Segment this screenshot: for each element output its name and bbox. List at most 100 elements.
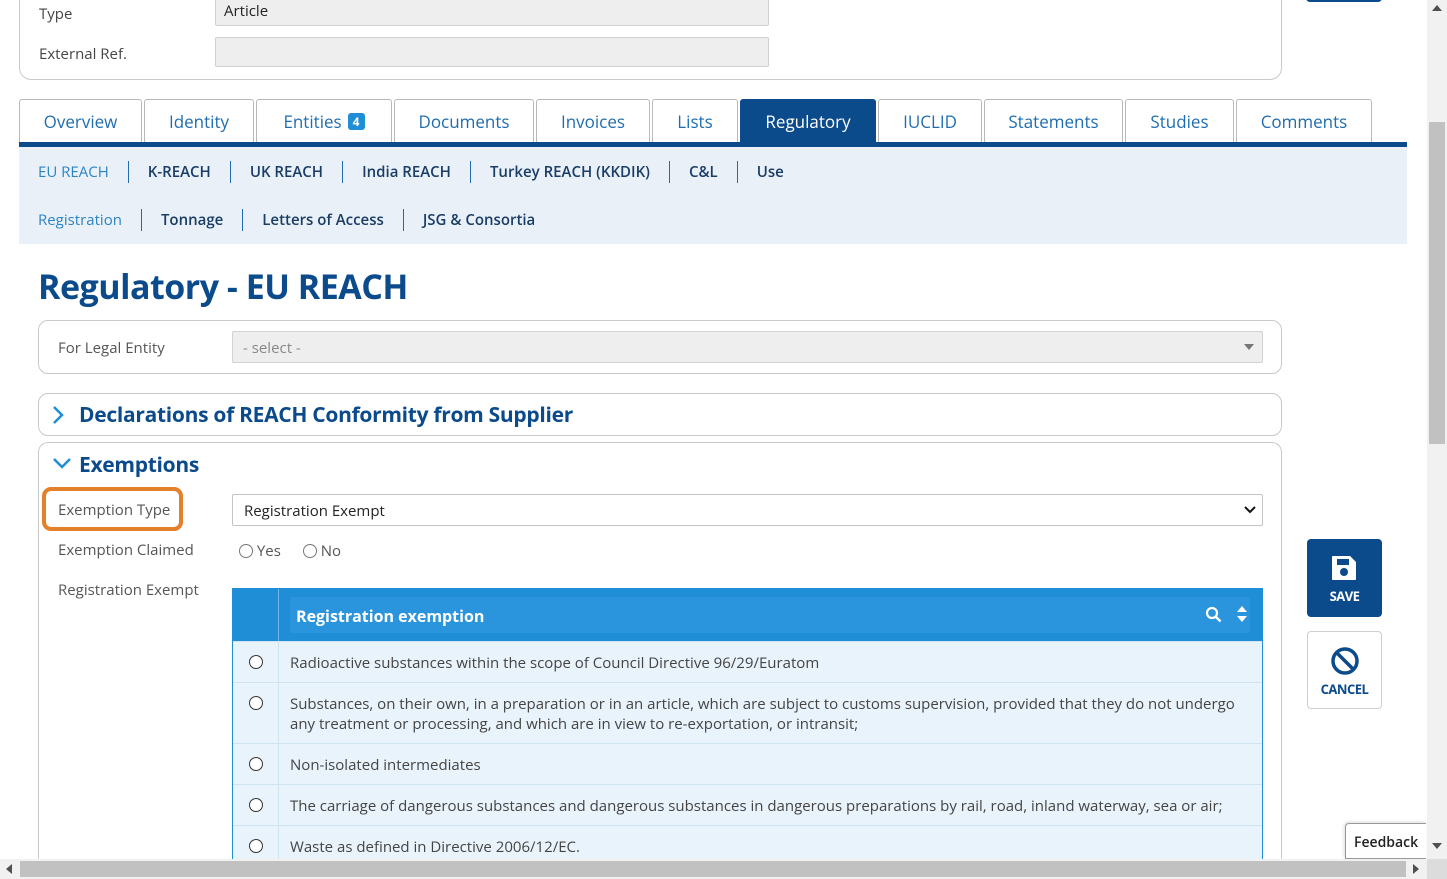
scroll-right-icon[interactable] xyxy=(1413,864,1419,874)
subnav-turkey-reach[interactable]: Turkey REACH (KKDIK) xyxy=(469,161,669,183)
tab-label: Entities xyxy=(283,110,342,133)
exemption-claimed-label: Exemption Claimed xyxy=(58,540,194,560)
cancel-button[interactable]: CANCEL xyxy=(1307,631,1382,709)
legal-entity-panel: For Legal Entity - select - xyxy=(38,320,1282,374)
subnav-tonnage[interactable]: Tonnage xyxy=(140,209,242,231)
exemption-type-select[interactable]: Registration Exempt xyxy=(232,494,1263,526)
header-action-button[interactable] xyxy=(1306,0,1382,2)
exemption-claimed-yes[interactable]: Yes xyxy=(239,541,281,561)
registration-exemption-grid: Registration exemption Radioactive subst… xyxy=(232,588,1263,868)
record-header-panel: Type Article External Ref. xyxy=(19,0,1282,80)
subnav-eu-reach[interactable]: EU REACH xyxy=(38,161,128,183)
radio-no[interactable] xyxy=(302,544,317,558)
regulatory-subnav: EU REACH K-REACH UK REACH India REACH Tu… xyxy=(19,147,1407,244)
subnav-india-reach[interactable]: India REACH xyxy=(342,161,470,183)
row-radio[interactable] xyxy=(249,757,263,771)
row-select-cell xyxy=(233,683,279,743)
declarations-title: Declarations of REACH Conformity from Su… xyxy=(79,401,573,429)
tab-studies[interactable]: Studies xyxy=(1125,99,1234,143)
legal-entity-select[interactable]: - select - xyxy=(232,331,1263,363)
horizontal-scrollbar[interactable] xyxy=(0,859,1427,879)
scroll-left-icon[interactable] xyxy=(6,864,12,874)
tab-documents[interactable]: Documents xyxy=(394,99,534,143)
exemption-type-value: Registration Exempt xyxy=(244,501,385,521)
tab-label: Lists xyxy=(677,110,713,133)
row-select-cell xyxy=(233,642,279,682)
row-select-cell xyxy=(233,785,279,825)
radio-yes[interactable] xyxy=(239,544,253,558)
radio-no-label: No xyxy=(320,541,342,561)
subnav-k-reach[interactable]: K-REACH xyxy=(127,161,230,183)
tab-lists[interactable]: Lists xyxy=(652,99,738,143)
feedback-button[interactable]: Feedback xyxy=(1345,823,1426,859)
horizontal-scroll-thumb[interactable] xyxy=(20,861,1406,877)
grid-header: Registration exemption xyxy=(233,589,1262,641)
tab-iuclid[interactable]: IUCLID xyxy=(878,99,982,143)
save-button[interactable]: SAVE xyxy=(1307,539,1382,617)
tab-label: Invoices xyxy=(561,110,625,133)
row-radio[interactable] xyxy=(249,696,263,710)
table-row[interactable]: Radioactive substances within the scope … xyxy=(233,641,1262,682)
declarations-section[interactable]: Declarations of REACH Conformity from Su… xyxy=(38,393,1282,436)
cancel-label: CANCEL xyxy=(1320,680,1369,698)
row-text: Waste as defined in Directive 2006/12/EC… xyxy=(290,837,580,857)
search-icon[interactable] xyxy=(1205,606,1222,623)
tab-statements[interactable]: Statements xyxy=(984,99,1123,143)
tab-label: Documents xyxy=(418,110,510,133)
section-nav: Registration Tonnage Letters of Access J… xyxy=(38,209,554,231)
scroll-down-icon[interactable] xyxy=(1432,843,1442,849)
table-row[interactable]: Substances, on their own, in a preparati… xyxy=(233,682,1262,743)
exemptions-section: Exemptions Exemption Type Registration E… xyxy=(38,442,1282,879)
tab-comments[interactable]: Comments xyxy=(1236,99,1372,143)
exemptions-title[interactable]: Exemptions xyxy=(79,451,199,479)
row-radio[interactable] xyxy=(249,655,263,669)
grid-column-title-text: Registration exemption xyxy=(296,605,485,627)
row-text: Non-isolated intermediates xyxy=(290,755,481,775)
row-radio[interactable] xyxy=(249,798,263,812)
subnav-cl[interactable]: C&L xyxy=(668,161,737,183)
save-icon xyxy=(1332,556,1356,580)
row-select-cell xyxy=(233,744,279,784)
chevron-down-icon[interactable] xyxy=(51,455,73,471)
grid-column-title[interactable]: Registration exemption xyxy=(290,597,1250,633)
type-field[interactable]: Article xyxy=(215,0,769,26)
row-radio[interactable] xyxy=(249,839,263,853)
tab-label: Regulatory xyxy=(765,110,851,133)
exemption-claimed-no[interactable]: No xyxy=(302,541,342,561)
exemption-type-label: Exemption Type xyxy=(58,500,171,520)
tab-regulatory[interactable]: Regulatory xyxy=(740,99,876,143)
tab-label: IUCLID xyxy=(903,110,957,133)
vertical-scrollbar[interactable] xyxy=(1427,0,1447,859)
scrollbar-corner xyxy=(1427,859,1447,879)
subnav-jsg-consortia[interactable]: JSG & Consortia xyxy=(402,209,554,231)
page-title: Regulatory - EU REACH xyxy=(38,263,408,309)
tab-entities[interactable]: Entities 4 xyxy=(256,99,392,143)
tab-label: Studies xyxy=(1150,110,1209,133)
main-tabs: Overview Identity Entities 4 Documents In… xyxy=(19,99,1374,143)
external-ref-field[interactable] xyxy=(215,37,769,67)
region-nav: EU REACH K-REACH UK REACH India REACH Tu… xyxy=(38,161,803,183)
row-text: The carriage of dangerous substances and… xyxy=(290,796,1223,816)
sort-icon[interactable] xyxy=(1236,605,1248,623)
subnav-registration[interactable]: Registration xyxy=(38,209,141,231)
chevron-down-icon xyxy=(1244,506,1256,514)
entities-count-badge: 4 xyxy=(347,113,365,130)
table-row[interactable]: The carriage of dangerous substances and… xyxy=(233,784,1262,825)
tab-identity[interactable]: Identity xyxy=(144,99,254,143)
tab-invoices[interactable]: Invoices xyxy=(536,99,650,143)
tab-label: Identity xyxy=(168,110,230,133)
vertical-scroll-thumb[interactable] xyxy=(1429,122,1445,444)
tab-overview[interactable]: Overview xyxy=(19,99,142,143)
grid-select-column xyxy=(233,589,279,641)
tab-label: Overview xyxy=(43,110,118,133)
external-ref-label: External Ref. xyxy=(39,44,127,64)
subnav-uk-reach[interactable]: UK REACH xyxy=(229,161,342,183)
subnav-letters-of-access[interactable]: Letters of Access xyxy=(242,209,403,231)
table-row[interactable]: Non-isolated intermediates xyxy=(233,743,1262,784)
scroll-up-icon[interactable] xyxy=(1432,5,1442,11)
exemption-claimed-radios: Yes No xyxy=(239,541,359,561)
legal-entity-label: For Legal Entity xyxy=(58,338,165,358)
radio-yes-label: Yes xyxy=(256,541,281,561)
ban-icon xyxy=(1331,647,1359,675)
subnav-use[interactable]: Use xyxy=(736,161,803,183)
